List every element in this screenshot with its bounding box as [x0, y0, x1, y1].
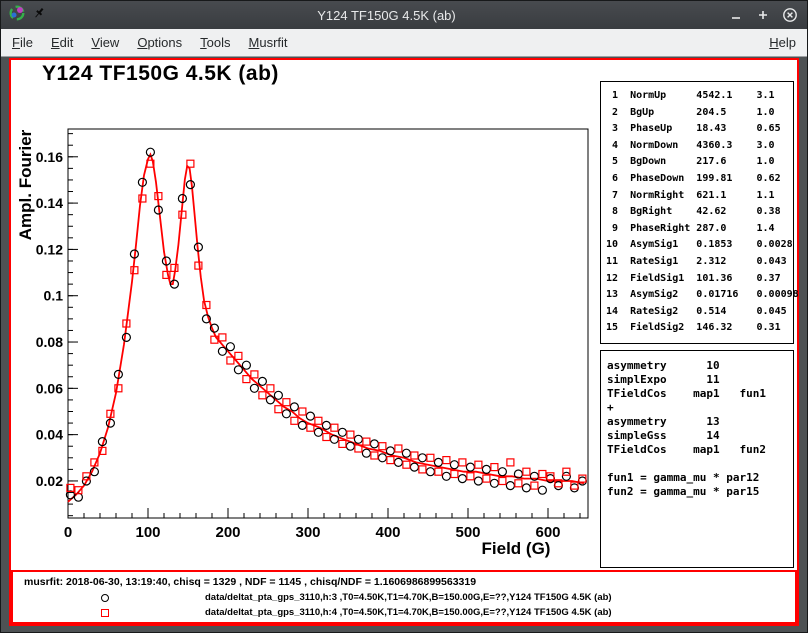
theory-line: simpleGss 14	[607, 429, 793, 443]
series-up-circles	[66, 148, 586, 501]
parameter-box[interactable]: 1 NormUp 4542.1 3.1 2 BgUp 204.5 1.0 3 P…	[600, 81, 794, 344]
theory-line: asymmetry 10	[607, 359, 793, 373]
menu-right: Help	[760, 30, 805, 55]
pin-icon[interactable]	[32, 6, 46, 25]
titlebar-right	[727, 6, 799, 24]
svg-text:0.16: 0.16	[36, 149, 63, 165]
titlebar[interactable]: Y124 TF150G 4.5K (ab)	[1, 1, 807, 29]
legend-row-up: data/deltat_pta_gps_3110,h:3 ,T0=4.50K,T…	[101, 592, 612, 603]
svg-text:0.14: 0.14	[36, 195, 63, 211]
param-row-fieldsig1: 12 FieldSig1 101.36 0.37	[606, 271, 793, 288]
param-row-asymsig2: 13 AsymSig2 0.01716 0.00098	[606, 287, 793, 304]
legend-label-up: data/deltat_pta_gps_3110,h:3 ,T0=4.50K,T…	[205, 592, 612, 603]
app-icon[interactable]	[9, 5, 25, 26]
param-row-normup: 1 NormUp 4542.1 3.1	[606, 88, 793, 105]
circle-marker-icon	[101, 594, 109, 602]
param-row-phaseup: 3 PhaseUp 18.43 0.65	[606, 121, 793, 138]
svg-text:200: 200	[215, 524, 240, 541]
menu-item-view[interactable]: View	[82, 30, 128, 55]
series-down-squares	[67, 160, 586, 494]
close-button[interactable]	[781, 6, 799, 24]
param-row-bgup: 2 BgUp 204.5 1.0	[606, 105, 793, 122]
menu-left: FileEditViewOptionsToolsMusrfit	[3, 30, 760, 55]
maximize-icon	[755, 7, 771, 23]
menu-item-musrfit[interactable]: Musrfit	[240, 30, 297, 55]
theory-line: fun2 = gamma_mu * par15	[607, 485, 793, 499]
x-axis-title: Field (G)	[482, 539, 551, 558]
param-row-asymsig1: 10 AsymSig1 0.1853 0.0028	[606, 237, 793, 254]
param-row-ratesig1: 11 RateSig1 2.312 0.043	[606, 254, 793, 271]
menu-item-tools[interactable]: Tools	[191, 30, 239, 55]
param-row-phaseright: 9 PhaseRight 287.0 1.4	[606, 221, 793, 238]
legend-label-down: data/deltat_pta_gps_3110,h:4 ,T0=4.50K,T…	[205, 607, 612, 618]
menubar: FileEditViewOptionsToolsMusrfit Help	[1, 29, 807, 57]
param-row-bgdown: 5 BgDown 217.6 1.0	[606, 154, 793, 171]
y-axis	[68, 134, 78, 516]
theory-line: TFieldCos map1 fun2	[607, 443, 793, 457]
minimize-button[interactable]	[727, 6, 745, 24]
theory-line: TFieldCos map1 fun1	[607, 387, 793, 401]
close-icon	[782, 7, 798, 23]
menu-item-edit[interactable]: Edit	[42, 30, 82, 55]
svg-text:0.06: 0.06	[36, 380, 63, 396]
x-axis	[68, 508, 580, 518]
param-row-phasedown: 6 PhaseDown 199.81 0.62	[606, 171, 793, 188]
theory-line	[607, 457, 793, 471]
legend-row-down: data/deltat_pta_gps_3110,h:4 ,T0=4.50K,T…	[101, 607, 612, 618]
theory-line: fun1 = gamma_mu * par12	[607, 471, 793, 485]
param-row-bgright: 8 BgRight 42.62 0.38	[606, 204, 793, 221]
y-axis-title: Ampl. Fourier	[16, 129, 35, 240]
maximize-button[interactable]	[754, 6, 772, 24]
fourier-plot[interactable]: 01002003004005006000.020.040.060.080.10.…	[11, 60, 599, 568]
svg-text:0: 0	[64, 524, 72, 541]
menu-item-file[interactable]: File	[3, 30, 42, 55]
param-row-normdown: 4 NormDown 4360.3 3.0	[606, 138, 793, 155]
app-window: Y124 TF150G 4.5K (ab) FileEditViewOption…	[0, 0, 808, 633]
minimize-icon	[728, 7, 744, 23]
svg-text:0.08: 0.08	[36, 334, 63, 350]
root-canvas[interactable]: Y124 TF150G 4.5K (ab) 010020030040050060…	[9, 58, 799, 626]
svg-text:300: 300	[295, 524, 320, 541]
svg-text:0.02: 0.02	[36, 473, 63, 489]
menu-item-help[interactable]: Help	[760, 30, 805, 55]
menu-item-options[interactable]: Options	[128, 30, 191, 55]
theory-line: simplExpo 11	[607, 373, 793, 387]
svg-text:500: 500	[455, 524, 480, 541]
fit-curve	[68, 155, 584, 502]
param-row-fieldsig2: 15 FieldSig2 146.32 0.31	[606, 320, 793, 337]
svg-text:0.04: 0.04	[36, 427, 63, 443]
svg-text:0.1: 0.1	[44, 288, 64, 304]
param-row-ratesig2: 14 RateSig2 0.514 0.045	[606, 304, 793, 321]
titlebar-left	[9, 5, 46, 26]
theory-box[interactable]: asymmetry 10simplExpo 11TFieldCos map1 f…	[600, 350, 794, 568]
theory-line: asymmetry 13	[607, 415, 793, 429]
theory-line: +	[607, 401, 793, 415]
param-row-normright: 7 NormRight 621.1 1.1	[606, 188, 793, 205]
info-pad[interactable]: musrfit: 2018-06-30, 13:19:40, chisq = 1…	[11, 570, 797, 624]
svg-text:100: 100	[135, 524, 160, 541]
plot-frame	[68, 129, 588, 518]
svg-text:0.12: 0.12	[36, 241, 63, 257]
window-title: Y124 TF150G 4.5K (ab)	[46, 8, 727, 23]
svg-text:400: 400	[375, 524, 400, 541]
fit-info: musrfit: 2018-06-30, 13:19:40, chisq = 1…	[24, 576, 476, 588]
square-marker-icon	[101, 609, 109, 617]
